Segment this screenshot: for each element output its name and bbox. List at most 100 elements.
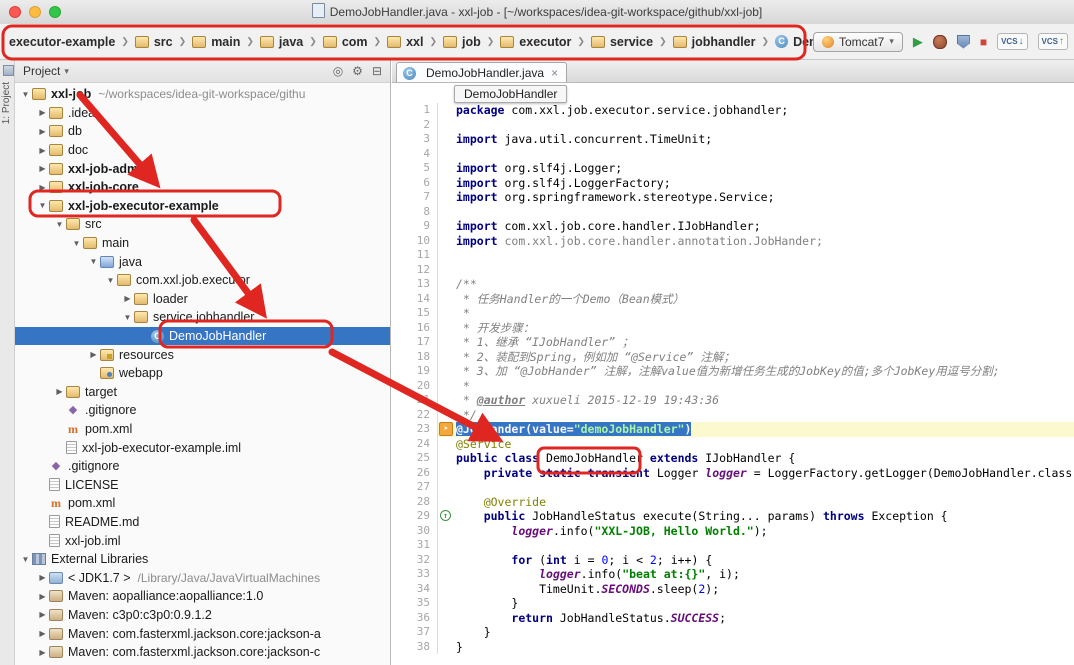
breadcrumb-item[interactable]: service bbox=[588, 33, 656, 51]
tree-expanded-icon[interactable] bbox=[19, 555, 32, 564]
tree-expanded-icon[interactable] bbox=[70, 239, 83, 248]
project-tool-tab[interactable]: 1: Project bbox=[1, 82, 12, 124]
breadcrumb-item[interactable]: main bbox=[189, 33, 243, 51]
tree-collapsed-icon[interactable] bbox=[36, 592, 49, 601]
tree-item[interactable]: service.jobhandler bbox=[15, 308, 390, 327]
tree-collapsed-icon[interactable] bbox=[87, 350, 100, 359]
tree-item-label: < JDK1.7 > bbox=[68, 571, 131, 585]
tree-item[interactable]: xxl-job.iml bbox=[15, 531, 390, 550]
breadcrumb-item[interactable]: jobhandler bbox=[670, 33, 759, 51]
vcs-update-button[interactable]: VCS bbox=[997, 33, 1027, 50]
locate-icon[interactable] bbox=[333, 64, 343, 78]
line-number: 32 bbox=[392, 553, 438, 568]
tree-item-label: xxl-job-executor-example bbox=[68, 199, 219, 213]
tree-collapsed-icon[interactable] bbox=[36, 146, 49, 155]
tree-item[interactable]: webapp bbox=[15, 364, 390, 383]
editor-breadcrumb-chip[interactable]: DemoJobHandler bbox=[454, 85, 567, 103]
code-text: @Service bbox=[456, 437, 1074, 452]
tree-item[interactable]: xxl-job-core bbox=[15, 178, 390, 197]
project-view-selector[interactable]: Project bbox=[23, 64, 69, 78]
tree-collapsed-icon[interactable] bbox=[36, 573, 49, 582]
jar-icon bbox=[49, 609, 63, 621]
tree-item[interactable]: .gitignore bbox=[15, 457, 390, 476]
line-number: 2 bbox=[392, 118, 438, 133]
tree-collapsed-icon[interactable] bbox=[36, 183, 49, 192]
tree-expanded-icon[interactable] bbox=[87, 257, 100, 266]
tree-collapsed-icon[interactable] bbox=[36, 629, 49, 638]
breadcrumb-item[interactable]: executor bbox=[497, 33, 574, 51]
folder-src-icon bbox=[100, 256, 114, 268]
tree-item[interactable]: src bbox=[15, 215, 390, 234]
editor-tab[interactable]: DemoJobHandler.java × bbox=[396, 62, 567, 82]
tree-item[interactable]: xxl-job-executor-example.iml bbox=[15, 438, 390, 457]
tree-item[interactable]: main bbox=[15, 234, 390, 253]
tree-collapsed-icon[interactable] bbox=[36, 610, 49, 619]
tree-item[interactable]: External Libraries bbox=[15, 550, 390, 569]
breadcrumb-item[interactable]: com bbox=[320, 33, 371, 51]
tree-item[interactable]: target bbox=[15, 383, 390, 402]
gutter-marker-slot bbox=[438, 524, 456, 539]
tree-item[interactable]: DemoJobHandler bbox=[15, 327, 390, 346]
tree-item[interactable]: loader bbox=[15, 290, 390, 309]
close-icon[interactable]: × bbox=[551, 68, 558, 78]
code-text bbox=[456, 480, 1074, 495]
debug-button[interactable] bbox=[933, 35, 947, 49]
tree-item[interactable]: < JDK1.7 >/Library/Java/JavaVirtualMachi… bbox=[15, 568, 390, 587]
tree-collapsed-icon[interactable] bbox=[36, 108, 49, 117]
breadcrumb-item[interactable]: src bbox=[132, 33, 176, 51]
tree-item[interactable]: resources bbox=[15, 345, 390, 364]
stop-button[interactable] bbox=[980, 35, 987, 49]
gutter-marker-slot bbox=[438, 611, 456, 626]
tree-expanded-icon[interactable] bbox=[36, 201, 49, 210]
tree-item[interactable]: doc bbox=[15, 141, 390, 160]
tree-item[interactable]: xxl-job-admin bbox=[15, 159, 390, 178]
tree-expanded-icon[interactable] bbox=[104, 276, 117, 285]
tree-item[interactable]: db bbox=[15, 122, 390, 141]
tree-item[interactable]: Maven: aopalliance:aopalliance:1.0 bbox=[15, 587, 390, 606]
tree-item[interactable]: com.xxl.job.executor bbox=[15, 271, 390, 290]
code-text: @Override bbox=[456, 495, 1074, 510]
tree-collapsed-icon[interactable] bbox=[36, 648, 49, 657]
breadcrumb-item[interactable]: xxl bbox=[384, 33, 426, 51]
tree-item[interactable]: Maven: c3p0:c3p0:0.9.1.2 bbox=[15, 606, 390, 625]
gutter-marker-slot bbox=[438, 553, 456, 568]
tree-expanded-icon[interactable] bbox=[53, 220, 66, 229]
tree-item[interactable]: Maven: com.fasterxml.jackson.core:jackso… bbox=[15, 643, 390, 662]
gear-icon[interactable] bbox=[352, 64, 363, 78]
folder-icon bbox=[443, 36, 457, 48]
run-config-selector[interactable]: Tomcat7 bbox=[813, 32, 903, 52]
tree-collapsed-icon[interactable] bbox=[36, 164, 49, 173]
tree-item[interactable]: LICENSE bbox=[15, 475, 390, 494]
tree-item[interactable]: README.md bbox=[15, 513, 390, 532]
tree-item[interactable]: Maven: com.fasterxml.jackson.core:jackso… bbox=[15, 624, 390, 643]
folder-icon bbox=[49, 107, 63, 119]
tree-item[interactable]: pom.xml bbox=[15, 420, 390, 439]
package-icon bbox=[134, 293, 148, 305]
line-number: 25 bbox=[392, 451, 438, 466]
tree-item[interactable]: .idea bbox=[15, 104, 390, 123]
tree-item[interactable]: xxl-job-executor-example bbox=[15, 197, 390, 216]
breadcrumb-item[interactable]: java bbox=[257, 33, 306, 51]
tree-collapsed-icon[interactable] bbox=[53, 387, 66, 396]
tree-item[interactable]: java bbox=[15, 252, 390, 271]
code-area[interactable]: 1package com.xxl.job.executor.service.jo… bbox=[392, 103, 1074, 665]
code-line: 29 public JobHandleStatus execute(String… bbox=[392, 509, 1074, 524]
breadcrumb-item[interactable]: job bbox=[440, 33, 484, 51]
breadcrumb-item[interactable]: DemoJobHandler bbox=[772, 33, 813, 51]
tree-item[interactable]: xxl-job~/workspaces/idea-git-workspace/g… bbox=[15, 85, 390, 104]
coverage-button[interactable] bbox=[957, 35, 970, 49]
project-tool-icon[interactable] bbox=[3, 65, 14, 76]
gutter-marker-slot bbox=[438, 306, 456, 321]
code-line: 14 * 任务Handler的一个Demo（Bean模式） bbox=[392, 292, 1074, 307]
tree-collapsed-icon[interactable] bbox=[36, 127, 49, 136]
folder-res-icon bbox=[100, 349, 114, 361]
tree-collapsed-icon[interactable] bbox=[121, 294, 134, 303]
tree-expanded-icon[interactable] bbox=[121, 313, 134, 322]
tree-item[interactable]: pom.xml bbox=[15, 494, 390, 513]
tree-expanded-icon[interactable] bbox=[19, 90, 32, 99]
run-button[interactable] bbox=[913, 35, 923, 49]
breadcrumb-item[interactable]: executor-example bbox=[6, 33, 118, 51]
collapse-all-icon[interactable] bbox=[372, 64, 382, 78]
tree-item[interactable]: .gitignore bbox=[15, 401, 390, 420]
vcs-commit-button[interactable]: VCS bbox=[1038, 33, 1068, 50]
